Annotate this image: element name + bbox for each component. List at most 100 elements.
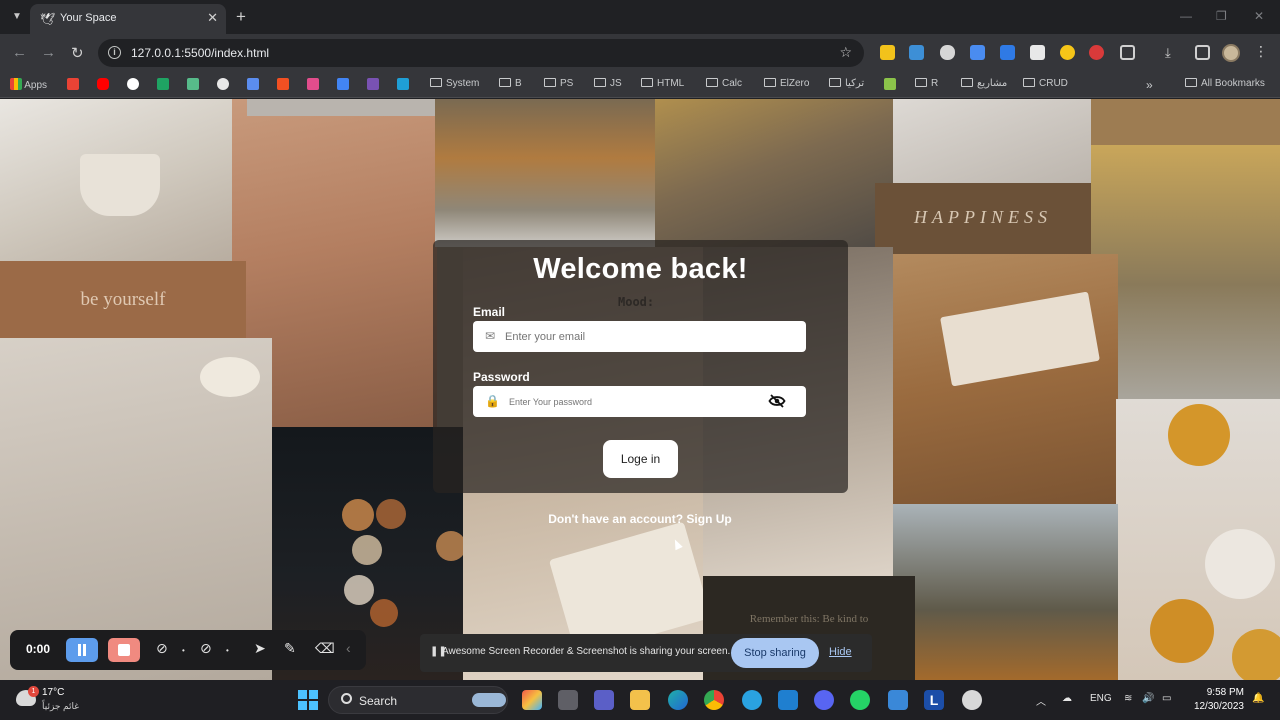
side-panel-icon[interactable] <box>1195 45 1210 60</box>
weather-description[interactable]: غائم جزئياً <box>42 701 79 712</box>
bookmark-folder-all[interactable]: All Bookmarks <box>1185 78 1265 89</box>
bookmark-folder-js[interactable]: JS <box>594 78 622 89</box>
bookmark-github[interactable] <box>217 78 229 91</box>
back-arrow-icon[interactable]: ← <box>12 44 27 61</box>
eraser-tool-icon[interactable]: ⌫ <box>315 640 335 657</box>
task-view-icon[interactable] <box>558 690 578 710</box>
mic-options-dot[interactable]: • <box>226 646 229 655</box>
maximize-icon[interactable]: ❐ <box>1216 9 1227 23</box>
pointer-tool-icon[interactable]: ➤ <box>254 640 266 657</box>
discord-icon[interactable] <box>814 690 834 710</box>
copilot-icon[interactable] <box>522 690 542 710</box>
minimize-icon[interactable]: — <box>1180 9 1192 23</box>
tab-your-space[interactable]: 🕊 Your Space ✕ <box>30 4 226 34</box>
address-bar[interactable]: i 127.0.0.1:5500/index.html ☆ <box>98 39 864 67</box>
extension-recorder-icon[interactable] <box>1089 45 1104 60</box>
photos-icon[interactable] <box>888 690 908 710</box>
site-info-icon[interactable]: i <box>108 46 121 59</box>
downloads-icon[interactable]: ⤓ <box>1165 45 1180 60</box>
start-windows-icon[interactable] <box>298 690 318 710</box>
bookmark-google[interactable] <box>127 78 139 91</box>
teams-icon[interactable] <box>594 690 614 710</box>
new-tab-plus-icon[interactable]: + <box>236 7 246 27</box>
extension-page-icon[interactable] <box>1030 45 1045 60</box>
whatsapp-icon[interactable] <box>850 690 870 710</box>
search-highlight-icon[interactable] <box>472 693 506 707</box>
profile-avatar[interactable] <box>1222 44 1240 62</box>
windows-taskbar: 1 17°C غائم جزئياً Search L ︿ ☁ ENG ≋ 🔊 … <box>0 680 1280 720</box>
extensions-puzzle-icon[interactable] <box>1120 45 1135 60</box>
camera-off-icon[interactable]: ⊘ <box>156 640 168 657</box>
file-explorer-icon[interactable] <box>630 690 650 710</box>
bookmark-code[interactable] <box>397 78 409 91</box>
bookmark-folder-elzero[interactable]: ElZero <box>764 78 809 89</box>
bookmark-teams[interactable] <box>247 78 259 91</box>
password-input[interactable] <box>509 386 769 417</box>
stop-sharing-button[interactable]: Stop sharing <box>731 638 819 668</box>
taskbar-time[interactable]: 9:58 PM <box>1190 687 1244 698</box>
l-app-icon[interactable]: L <box>924 690 944 710</box>
edge-icon[interactable] <box>668 690 688 710</box>
notification-bell-icon[interactable]: 🔔 <box>1252 693 1264 704</box>
bookmark-folder-calc[interactable]: Calc <box>706 78 742 89</box>
temperature[interactable]: 17°C <box>42 687 64 698</box>
chrome-icon[interactable] <box>704 690 724 710</box>
email-input[interactable] <box>505 321 765 352</box>
stop-recording-button[interactable] <box>108 638 140 662</box>
bookmark-drive[interactable] <box>157 78 169 91</box>
extension-eyedropper-icon[interactable] <box>940 45 955 60</box>
clock-app-icon[interactable] <box>962 690 982 710</box>
tray-overflow-chevron-icon[interactable]: ︿ <box>1036 693 1046 708</box>
bookmark-folder-ps[interactable]: PS <box>544 78 573 89</box>
forward-arrow-icon[interactable]: → <box>41 44 56 61</box>
bookmark-folder-r[interactable]: R <box>915 78 938 89</box>
bookmark-youtube[interactable] <box>97 78 109 91</box>
window-close-icon[interactable]: ✕ <box>1254 9 1264 23</box>
bookmark-folder-system[interactable]: System <box>430 78 479 89</box>
onedrive-cloud-icon[interactable]: ☁ <box>1062 693 1072 704</box>
bookmark-arrow[interactable] <box>884 78 896 91</box>
url-text[interactable]: 127.0.0.1:5500/index.html <box>131 46 269 60</box>
collapse-chevron-icon[interactable]: ‹ <box>346 640 351 656</box>
bookmark-bootstrap[interactable] <box>367 78 379 91</box>
login-button[interactable]: Loge in <box>603 440 678 478</box>
bookmark-folder-projects[interactable]: مشاريع <box>961 78 1007 89</box>
password-field[interactable]: 🔒 <box>473 386 806 417</box>
extension-case-icon[interactable] <box>909 45 924 60</box>
extension-doc-icon[interactable] <box>970 45 985 60</box>
bookmarks-overflow-chevron-icon[interactable]: » <box>1146 78 1153 92</box>
bookmark-folder-crud[interactable]: CRUD <box>1023 78 1068 89</box>
hide-banner-link[interactable]: Hide <box>829 646 852 658</box>
menu-kebab-icon[interactable]: ⋮ <box>1254 43 1268 60</box>
bookmark-gmail[interactable] <box>67 78 79 91</box>
bookmark-apps[interactable]: Apps <box>10 78 47 91</box>
extension-emoji-icon[interactable] <box>1060 45 1075 60</box>
bookmark-office[interactable] <box>277 78 289 91</box>
vscode-icon[interactable] <box>778 690 798 710</box>
pause-recording-button[interactable] <box>66 638 98 662</box>
mic-off-icon[interactable]: ⊘ <box>200 640 212 657</box>
email-field[interactable]: ✉ <box>473 321 806 352</box>
extension-download-icon[interactable] <box>1000 45 1015 60</box>
volume-icon[interactable]: 🔊 <box>1142 693 1154 704</box>
bookmark-star-icon[interactable]: ☆ <box>839 44 852 61</box>
battery-icon[interactable]: ▭ <box>1162 693 1171 704</box>
bookmark-flag[interactable] <box>337 78 349 91</box>
bookmark-folder-b[interactable]: B <box>499 78 522 89</box>
signup-link[interactable]: Don't have an account? Sign Up <box>0 512 1280 526</box>
language-indicator[interactable]: ENG <box>1090 693 1112 704</box>
camera-options-dot[interactable]: • <box>182 646 185 655</box>
bookmark-folder-html[interactable]: HTML <box>641 78 684 89</box>
tab-search-chevron-icon[interactable]: ▼ <box>8 8 26 26</box>
bookmark-classroom[interactable] <box>187 78 199 91</box>
telegram-icon[interactable] <box>742 690 762 710</box>
tab-close-icon[interactable]: ✕ <box>207 10 218 26</box>
taskbar-date[interactable]: 12/30/2023 <box>1180 701 1244 712</box>
reload-icon[interactable]: ↻ <box>71 44 84 62</box>
eye-slash-icon[interactable] <box>768 393 786 409</box>
bookmark-folder-turkey[interactable]: تركيا <box>829 78 864 89</box>
extension-note-icon[interactable] <box>880 45 895 60</box>
pen-tool-icon[interactable]: ✎ <box>284 640 296 657</box>
wifi-icon[interactable]: ≋ <box>1124 693 1132 704</box>
bookmark-grid[interactable] <box>307 78 319 91</box>
